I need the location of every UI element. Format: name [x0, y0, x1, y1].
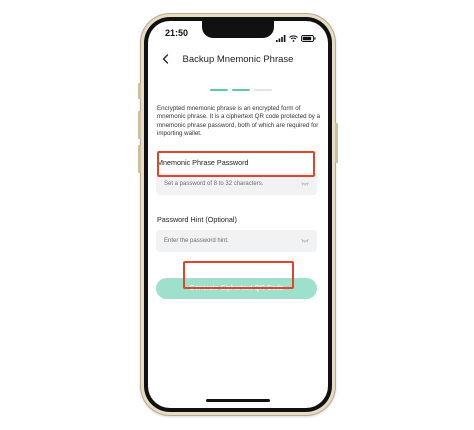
password-input-placeholder: Set a password of 8 to 32 characters.: [164, 181, 264, 187]
status-time: 21:50: [165, 28, 189, 38]
step-segment: [210, 89, 228, 91]
step-segment: [232, 89, 250, 91]
password-input[interactable]: Set a password of 8 to 32 characters.: [156, 173, 317, 195]
generate-ciphertext-qr-button[interactable]: Generate Ciphertext QR Code: [156, 278, 317, 299]
step-segment: [254, 89, 272, 91]
phone-volume-up: [138, 111, 141, 139]
battery-icon: [301, 29, 316, 47]
hint-field-label: Password Hint (Optional): [157, 215, 237, 224]
status-icons: [276, 29, 316, 47]
phone-screen: 21:50 Backup Mnemonic Phrase Encrypted m…: [148, 21, 328, 408]
phone-volume-down: [138, 145, 141, 173]
status-bar: 21:50: [148, 21, 328, 45]
phone-mute-switch: [138, 83, 141, 99]
wifi-icon: [289, 29, 298, 47]
signal-icon: [276, 29, 286, 47]
nav-bar: Backup Mnemonic Phrase: [148, 51, 328, 71]
password-hint-placeholder: Enter the password hint.: [164, 238, 229, 244]
password-field-label: Mnemonic Phrase Password: [157, 158, 249, 167]
description-text: Encrypted mnemonic phrase is an encrypte…: [157, 105, 321, 137]
phone-power-button: [335, 123, 338, 163]
password-hint-input[interactable]: Enter the password hint.: [156, 230, 317, 252]
notch: [202, 21, 274, 38]
stage: 21:50 Backup Mnemonic Phrase Encrypted m…: [0, 0, 474, 430]
eye-closed-icon[interactable]: [301, 182, 309, 187]
eye-closed-icon[interactable]: [301, 239, 309, 244]
home-indicator: [206, 399, 270, 402]
step-indicator: [210, 89, 272, 91]
phone-frame: 21:50 Backup Mnemonic Phrase Encrypted m…: [138, 13, 338, 416]
page-title: Backup Mnemonic Phrase: [182, 54, 294, 65]
